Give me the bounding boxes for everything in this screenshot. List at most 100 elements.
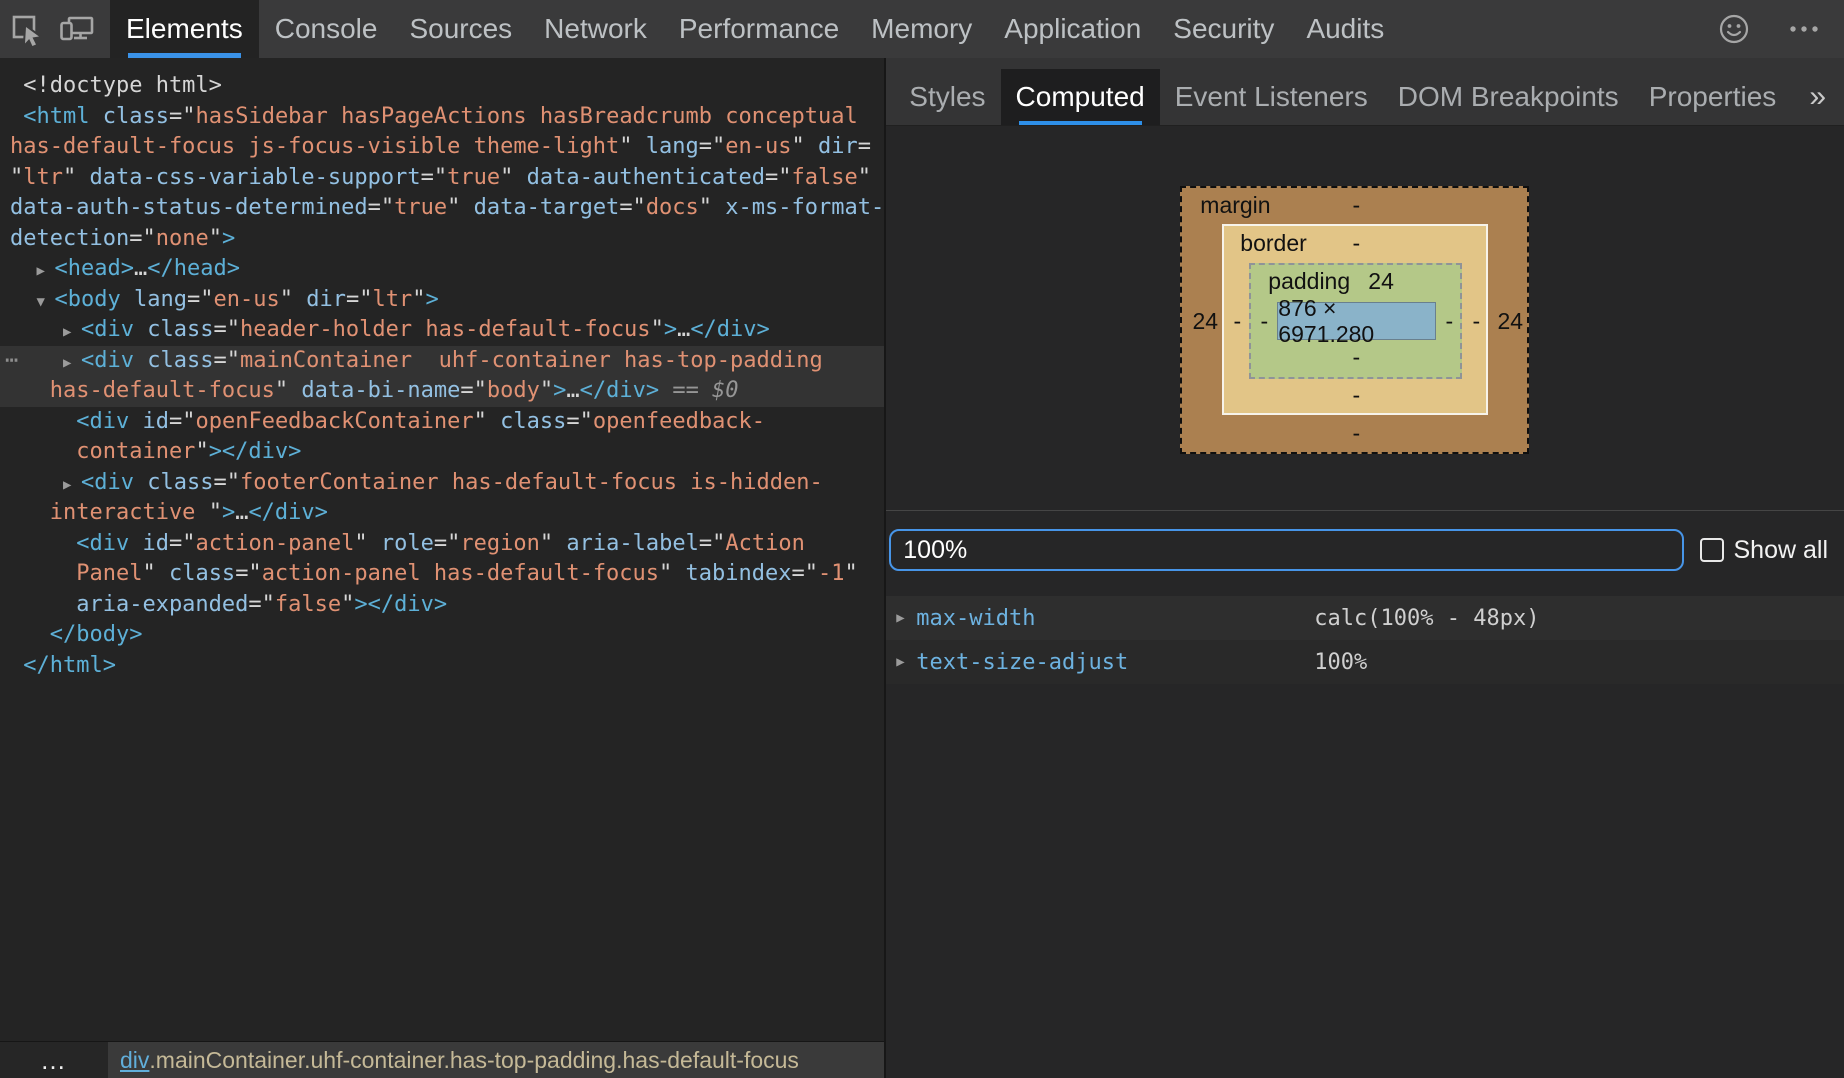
code-token: " bbox=[659, 561, 686, 586]
code-token: " bbox=[142, 561, 169, 586]
code-token bbox=[134, 348, 147, 373]
code-token: action-panel has-default-focus bbox=[262, 561, 659, 586]
code-line[interactable]: </html> bbox=[0, 651, 884, 682]
code-line[interactable]: <div id="openFeedbackContainer" class="o… bbox=[0, 407, 884, 438]
code-token: </div> bbox=[580, 378, 659, 403]
expand-arrow-icon[interactable]: ▶ bbox=[63, 317, 81, 348]
tab-audits[interactable]: Audits bbox=[1290, 0, 1400, 58]
tab-security[interactable]: Security bbox=[1157, 0, 1290, 58]
code-token: " bbox=[354, 531, 381, 556]
tab-event-listeners[interactable]: Event Listeners bbox=[1160, 69, 1383, 125]
code-token: header-holder has-default-focus bbox=[240, 317, 651, 342]
code-token: </div> bbox=[690, 317, 769, 342]
code-token: lang bbox=[134, 287, 187, 312]
code-token: > bbox=[425, 287, 438, 312]
tab-computed[interactable]: Computed bbox=[1001, 69, 1160, 125]
padding-top-value[interactable]: 24 bbox=[1368, 268, 1394, 294]
code-token bbox=[134, 470, 147, 495]
code-token: " bbox=[195, 439, 208, 464]
code-line[interactable]: aria-expanded="false"></div> bbox=[0, 590, 884, 621]
code-line[interactable]: has-default-focus js-focus-visible theme… bbox=[0, 132, 884, 163]
margin-top-value[interactable]: - bbox=[1352, 192, 1360, 218]
computed-property-row[interactable]: ▶max-widthcalc(100% - 48px) bbox=[886, 596, 1844, 640]
code-line[interactable]: <!doctype html> bbox=[0, 71, 884, 102]
device-toolbar-icon[interactable] bbox=[52, 0, 104, 58]
box-model-content[interactable]: 876 × 6971.280 bbox=[1277, 302, 1436, 340]
tab-elements[interactable]: Elements bbox=[110, 0, 259, 58]
code-token bbox=[89, 104, 102, 129]
show-all-checkbox[interactable] bbox=[1700, 538, 1724, 562]
filter-input[interactable] bbox=[889, 529, 1683, 571]
padding-bottom-value[interactable]: - bbox=[1352, 344, 1360, 370]
code-token: " bbox=[500, 165, 527, 190]
code-line[interactable]: data-auth-status-determined="true" data-… bbox=[0, 193, 884, 224]
border-bottom-value[interactable]: - bbox=[1352, 382, 1360, 408]
margin-right-value[interactable]: 24 bbox=[1497, 308, 1523, 334]
border-top-value[interactable]: - bbox=[1352, 230, 1360, 256]
code-token: data-target bbox=[474, 195, 620, 220]
code-line[interactable]: detection="none"> bbox=[0, 224, 884, 255]
code-token: =" bbox=[248, 592, 275, 617]
code-token: id bbox=[142, 531, 169, 556]
tab-application[interactable]: Application bbox=[988, 0, 1157, 58]
code-line[interactable]: </body> bbox=[0, 620, 884, 651]
show-all-toggle[interactable]: Show all bbox=[1700, 536, 1829, 565]
code-line[interactable]: ▼<body lang="en-us" dir="ltr"> bbox=[0, 285, 884, 316]
tab-console[interactable]: Console bbox=[259, 0, 394, 58]
code-token: openFeedbackContainer bbox=[195, 409, 473, 434]
sidebar-tabs: StylesComputedEvent ListenersDOM Breakpo… bbox=[886, 58, 1844, 126]
expand-arrow-icon[interactable]: ▶ bbox=[63, 470, 81, 501]
code-line[interactable]: ▶<div class="header-holder has-default-f… bbox=[0, 315, 884, 346]
border-right-value[interactable]: - bbox=[1472, 308, 1480, 334]
code-line[interactable]: Panel" class="action-panel has-default-f… bbox=[0, 559, 884, 590]
border-left-value[interactable]: - bbox=[1233, 308, 1241, 334]
expand-arrow-icon[interactable]: ▶ bbox=[63, 348, 81, 379]
tab-dom-breakpoints[interactable]: DOM Breakpoints bbox=[1383, 69, 1634, 125]
code-line[interactable]: ⋯ ▶<div class="mainContainer uhf-contain… bbox=[0, 346, 884, 377]
styles-panel: StylesComputedEvent ListenersDOM Breakpo… bbox=[886, 58, 1844, 1078]
code-token: " bbox=[619, 134, 646, 159]
padding-left-value[interactable]: - bbox=[1260, 308, 1268, 334]
code-token: data-auth-status-determined bbox=[10, 195, 368, 220]
breadcrumb-overflow-button[interactable]: … bbox=[0, 1042, 108, 1078]
code-token: … bbox=[566, 378, 579, 403]
expand-arrow-icon[interactable]: ▶ bbox=[896, 654, 916, 670]
expand-arrow-icon[interactable]: ▶ bbox=[37, 256, 55, 287]
tab-network[interactable]: Network bbox=[528, 0, 663, 58]
code-token: " bbox=[10, 165, 23, 190]
code-line[interactable]: ▶<div class="footerContainer has-default… bbox=[0, 468, 884, 499]
margin-bottom-value[interactable]: - bbox=[1352, 420, 1360, 446]
code-token: " bbox=[209, 226, 222, 251]
tab-performance[interactable]: Performance bbox=[663, 0, 855, 58]
expand-arrow-icon[interactable]: ▼ bbox=[37, 287, 55, 318]
code-token: " bbox=[275, 378, 302, 403]
code-line[interactable]: <html class="hasSidebar hasPageActions h… bbox=[0, 102, 884, 133]
code-token: =" bbox=[346, 287, 373, 312]
main-area: <!doctype html> <html class="hasSidebar … bbox=[0, 58, 1844, 1078]
computed-property-row[interactable]: ▶text-size-adjust100% bbox=[886, 640, 1844, 684]
expand-arrow-icon[interactable]: ▶ bbox=[896, 610, 916, 626]
inspect-element-icon[interactable] bbox=[0, 0, 52, 58]
smiley-feedback-icon[interactable] bbox=[1708, 11, 1760, 47]
breadcrumb[interactable]: div.mainContainer.uhf-container.has-top-… bbox=[108, 1042, 884, 1078]
more-tabs-icon[interactable]: » bbox=[1791, 69, 1844, 125]
tab-sources[interactable]: Sources bbox=[393, 0, 528, 58]
code-line[interactable]: ▶<head>…</head> bbox=[0, 254, 884, 285]
tab-memory[interactable]: Memory bbox=[855, 0, 988, 58]
breadcrumb-tag[interactable]: div bbox=[120, 1047, 149, 1074]
row-actions-icon[interactable]: ⋯ bbox=[5, 346, 19, 377]
padding-right-value[interactable]: - bbox=[1445, 308, 1453, 334]
code-token bbox=[121, 287, 134, 312]
code-line[interactable]: "ltr" data-css-variable-support="true" d… bbox=[0, 163, 884, 194]
code-line[interactable]: <div id="action-panel" role="region" ari… bbox=[0, 529, 884, 560]
code-line[interactable]: container"></div> bbox=[0, 437, 884, 468]
tab-styles[interactable]: Styles bbox=[894, 69, 1000, 125]
code-token: " bbox=[540, 378, 553, 403]
code-token: openfeedback- bbox=[593, 409, 765, 434]
code-token: > bbox=[222, 500, 235, 525]
more-options-icon[interactable] bbox=[1778, 11, 1830, 47]
code-line[interactable]: has-default-focus" data-bi-name="body">…… bbox=[0, 376, 884, 407]
margin-left-value[interactable]: 24 bbox=[1192, 308, 1218, 334]
code-line[interactable]: interactive ">…</div> bbox=[0, 498, 884, 529]
tab-properties[interactable]: Properties bbox=[1634, 69, 1792, 125]
